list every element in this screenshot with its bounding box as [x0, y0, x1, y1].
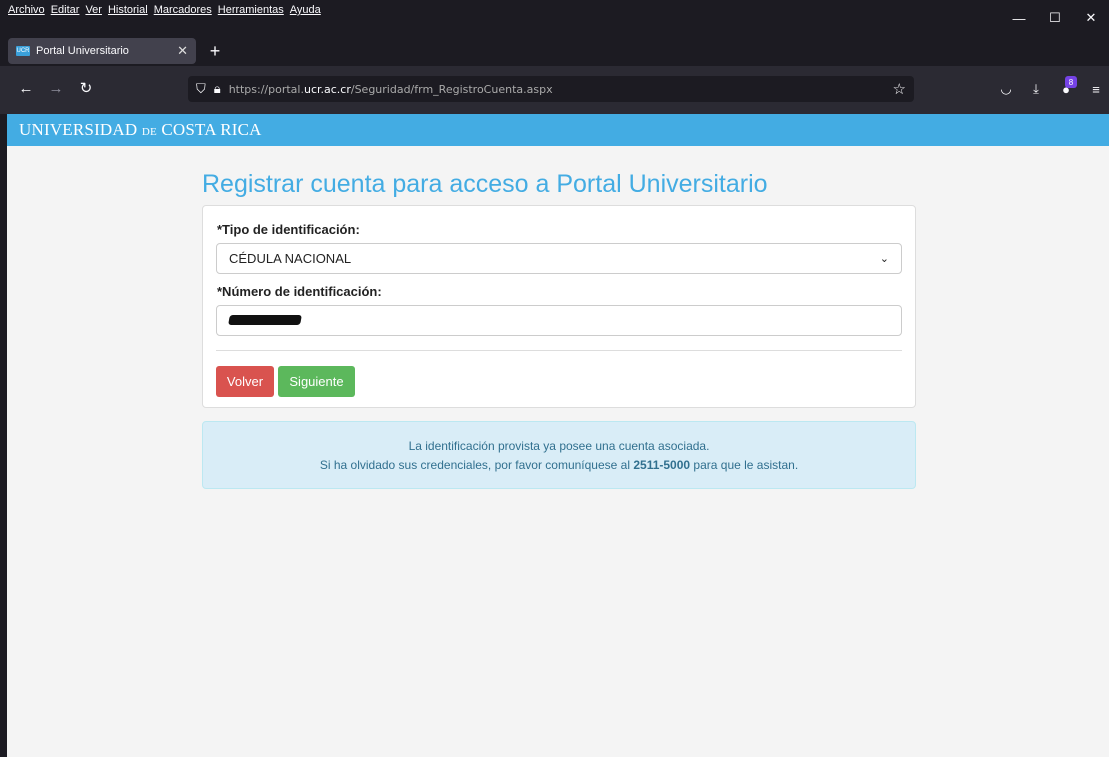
- url-text: https://portal.ucr.ac.cr/Seguridad/frm_R…: [228, 82, 553, 96]
- id-number-label: *Número de identificación:: [217, 284, 382, 299]
- chevron-down-icon: ⌄: [879, 253, 889, 265]
- maximize-icon[interactable]: ☐: [1037, 0, 1073, 36]
- id-type-value: CÉDULA NACIONAL: [229, 251, 352, 266]
- new-tab-icon[interactable]: +: [203, 36, 227, 66]
- url-bar[interactable]: ⛉ 🔒︎ https://portal.ucr.ac.cr/Seguridad/…: [188, 76, 914, 102]
- forward-icon[interactable]: →: [46, 78, 66, 98]
- extension-badge: 8: [1065, 76, 1077, 88]
- registration-form: *Tipo de identificación: CÉDULA NACIONAL…: [202, 205, 916, 408]
- window-controls: — ☐ ✕: [1001, 0, 1109, 36]
- info-alert: La identificación provista ya posee una …: [202, 421, 916, 489]
- reload-icon[interactable]: ↻: [76, 78, 96, 98]
- ucr-logo[interactable]: UNIVERSIDAD DE COSTA RICA: [19, 120, 262, 140]
- menu-herramientas[interactable]: Herramientas: [218, 4, 284, 16]
- tab-title: Portal Universitario: [36, 45, 129, 57]
- divider: [216, 350, 902, 351]
- minimize-icon[interactable]: —: [1001, 0, 1037, 36]
- id-type-label: *Tipo de identificación:: [217, 222, 360, 237]
- close-window-icon[interactable]: ✕: [1073, 0, 1109, 36]
- back-icon[interactable]: ←: [16, 78, 36, 98]
- window-left-border: [0, 114, 7, 757]
- tab-portal-universitario[interactable]: UCR Portal Universitario ✕: [8, 38, 196, 64]
- alert-line-1: La identificación provista ya posee una …: [408, 439, 710, 453]
- menu-editar[interactable]: Editar: [51, 4, 80, 16]
- menu-marcadores[interactable]: Marcadores: [154, 4, 212, 16]
- close-tab-icon[interactable]: ✕: [177, 43, 188, 59]
- redacted-value: [228, 315, 302, 325]
- menu-list: Archivo Editar Ver Historial Marcadores …: [8, 4, 321, 16]
- next-button[interactable]: Siguiente: [278, 366, 355, 397]
- menu-bar: Archivo Editar Ver Historial Marcadores …: [0, 0, 1109, 36]
- extension-icon[interactable]: ● 8: [1053, 74, 1079, 104]
- site-header: UNIVERSIDAD DE COSTA RICA: [7, 114, 1109, 146]
- lock-icon[interactable]: 🔒︎: [214, 81, 221, 97]
- phone-number: 2511-5000: [633, 458, 691, 472]
- menu-archivo[interactable]: Archivo: [8, 4, 45, 16]
- favicon-icon: UCR: [16, 46, 30, 56]
- download-icon[interactable]: ⤓: [1023, 74, 1049, 104]
- id-number-input[interactable]: [216, 305, 902, 336]
- tracking-shield-icon[interactable]: ⛉: [196, 81, 206, 97]
- alert-line-2: Si ha olvidado sus credenciales, por fav…: [319, 458, 799, 472]
- page-title: Registrar cuenta para acceso a Portal Un…: [202, 170, 768, 198]
- id-type-select[interactable]: CÉDULA NACIONAL ⌄: [216, 243, 902, 274]
- toolbar-buttons: ◡ ⤓ ● 8 ≡: [993, 74, 1109, 104]
- back-button[interactable]: Volver: [216, 366, 274, 397]
- tab-bar: UCR Portal Universitario ✕: [0, 36, 1109, 66]
- bookmark-star-icon[interactable]: ☆: [893, 80, 906, 98]
- menu-ayuda[interactable]: Ayuda: [290, 4, 321, 16]
- pocket-icon[interactable]: ◡: [993, 74, 1019, 104]
- menu-hamburger-icon[interactable]: ≡: [1083, 74, 1109, 104]
- menu-ver[interactable]: Ver: [85, 4, 102, 16]
- menu-historial[interactable]: Historial: [108, 4, 148, 16]
